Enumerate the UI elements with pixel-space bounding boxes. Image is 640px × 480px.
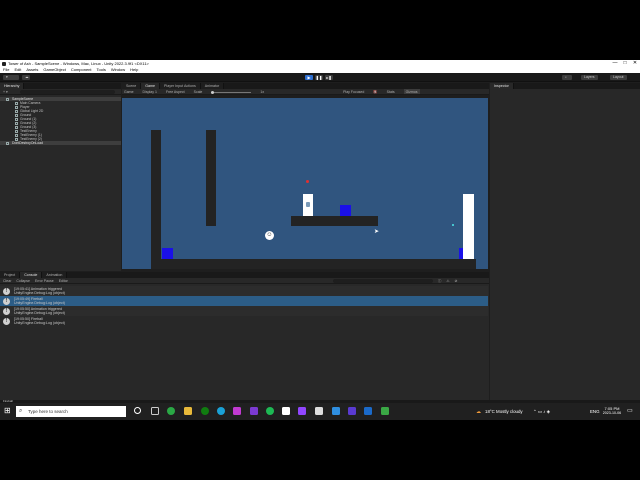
player (303, 194, 313, 216)
console-panel: Project Console Animation Clear Collapse… (0, 272, 489, 402)
github-icon[interactable] (298, 407, 306, 415)
ground-floor (151, 259, 476, 269)
mouse-cursor-icon: ➤ (374, 229, 380, 235)
unity-logo-icon (2, 61, 6, 66)
log-row[interactable]: ! [19:05:50] Animation triggered UnityEn… (0, 306, 488, 316)
visual-studio-icon[interactable] (250, 407, 258, 415)
wall-left (151, 130, 161, 269)
desktop-screen: Tower of Ash - SampleScene - Windows, Ma… (0, 60, 640, 420)
aspect-dropdown[interactable]: Free Aspect (166, 89, 185, 94)
pause-button[interactable]: ❚❚ (315, 75, 323, 80)
error-pause-button[interactable]: Error Pause (35, 278, 54, 283)
scale-label: Scale (193, 90, 203, 94)
taskbar-search-input[interactable]: ⌕ Type here to search (16, 406, 126, 417)
add-icon[interactable]: + ▾ (0, 90, 8, 94)
info-icon: ! (3, 287, 10, 295)
title-bar: Tower of Ash - SampleScene - Windows, Ma… (0, 60, 640, 67)
layout-dropdown[interactable]: Layout (610, 75, 627, 80)
inspector-tabbar: Inspector (490, 83, 640, 89)
door-white (463, 194, 474, 259)
editor-dropdown[interactable]: Editor (59, 278, 68, 283)
play-focused-dropdown[interactable]: Play Focused (343, 89, 364, 94)
game-view-bar: Game Display 1 Free Aspect Scale 1x Play… (122, 89, 489, 95)
test-enemy (162, 248, 173, 259)
test-enemy (340, 205, 351, 216)
file-explorer-icon[interactable] (184, 407, 192, 415)
hierarchy-dontdestroy-root[interactable]: DontDestroyOnLoad (0, 141, 121, 145)
info-filter-icon[interactable]: ⓘ (438, 278, 442, 283)
account-button[interactable]: ▾ (3, 75, 19, 80)
close-button[interactable]: ✕ (630, 60, 640, 67)
info-icon: ! (3, 297, 10, 305)
spotify-icon[interactable] (266, 407, 274, 415)
app-icon[interactable] (381, 407, 389, 415)
step-button[interactable]: ▸❚ (325, 75, 333, 80)
console-search-input[interactable] (332, 279, 433, 283)
scale-slider[interactable] (211, 89, 252, 94)
main-toolbar: ▾ ☁ ▶ ❚❚ ▸❚ ⌕ Layers Layout (0, 73, 640, 82)
log-row-selected[interactable]: ! [19:05:49] Fireball UnityEngine.Debug:… (0, 296, 488, 306)
teams-icon[interactable] (332, 407, 340, 415)
weather-icon: ☁ (476, 409, 481, 415)
loading-spinner-icon: ☺ (265, 231, 274, 240)
window-title: Tower of Ash - SampleScene - Windows, Ma… (8, 61, 149, 66)
info-icon: ! (3, 317, 10, 325)
search-icon: ⌕ (19, 408, 23, 414)
scene-icon (6, 142, 9, 145)
ground-platform (291, 216, 378, 226)
cortana-icon[interactable] (134, 407, 141, 414)
wall-pillar (206, 130, 216, 226)
task-view-icon[interactable] (151, 407, 159, 415)
hierarchy-panel: Hierarchy + ▾ SampleScene Main Camera Pl… (0, 83, 121, 271)
inspector-panel: Inspector (490, 83, 640, 402)
play-button[interactable]: ▶ (305, 75, 313, 80)
mail-icon[interactable] (348, 407, 356, 415)
collapse-button[interactable]: Collapse (16, 278, 30, 283)
info-icon: ! (3, 307, 10, 315)
notification-icon[interactable]: ▭ (627, 407, 633, 414)
tab-inspector[interactable]: Inspector (490, 83, 514, 89)
minimize-button[interactable]: — (610, 60, 620, 67)
scale-value: 1x (260, 90, 265, 94)
cloud-icon[interactable]: ☁ (22, 75, 30, 80)
log-row[interactable]: ! [19:05:41] Animation triggered UnityEn… (0, 286, 488, 296)
log-row[interactable]: ! [19:05:50] Fireball UnityEngine.Debug:… (0, 316, 488, 326)
unity-editor-icon[interactable] (315, 407, 323, 415)
steam-icon[interactable] (364, 407, 372, 415)
player-sprite-icon (306, 202, 310, 207)
fireball (306, 180, 309, 183)
language-indicator[interactable]: ENG (590, 409, 600, 414)
display-dropdown[interactable]: Display 1 (143, 89, 157, 94)
search-icon[interactable]: ⌕ (562, 75, 572, 80)
clear-button[interactable]: Clear (3, 278, 11, 283)
error-filter-icon[interactable]: ⊘ (454, 278, 457, 283)
stats-button[interactable]: Stats (387, 89, 395, 94)
photos-icon[interactable] (233, 407, 241, 415)
clock-date[interactable]: 2023-10-06 (601, 411, 623, 415)
console-toolbar: Clear Collapse Error Pause Editor ⓘ ⚠ ⊘ (0, 278, 489, 284)
layers-dropdown[interactable]: Layers (581, 75, 598, 80)
game-mode-dropdown[interactable]: Game (124, 89, 134, 94)
windows-start-icon[interactable]: ⊞ (4, 407, 11, 415)
gizmos-button[interactable]: Gizmos (403, 89, 420, 94)
mute-icon[interactable]: 🔇 (373, 89, 377, 94)
sparkle (452, 224, 454, 226)
xbox-icon[interactable] (201, 407, 209, 415)
hierarchy-search-input[interactable] (20, 90, 115, 94)
warning-filter-icon[interactable]: ⚠ (446, 278, 449, 283)
hierarchy-search-bar[interactable]: + ▾ (0, 89, 121, 95)
unity-hub-icon[interactable] (282, 407, 290, 415)
chrome-icon[interactable] (167, 407, 175, 415)
hierarchy-list: SampleScene Main Camera Player Global Li… (0, 97, 121, 145)
maximize-button[interactable]: □ (620, 60, 630, 67)
game-view[interactable]: ☺ ➤ (122, 98, 488, 269)
edge-icon[interactable] (217, 407, 225, 415)
windows-taskbar: ⊞ ⌕ Type here to search ☁ 18°C Mostly cl… (0, 403, 640, 420)
weather-text[interactable]: 18°C Mostly cloudy (485, 409, 523, 414)
tray-overflow-icon[interactable]: ⌃ ▭ ♪ ◈ (533, 409, 550, 415)
